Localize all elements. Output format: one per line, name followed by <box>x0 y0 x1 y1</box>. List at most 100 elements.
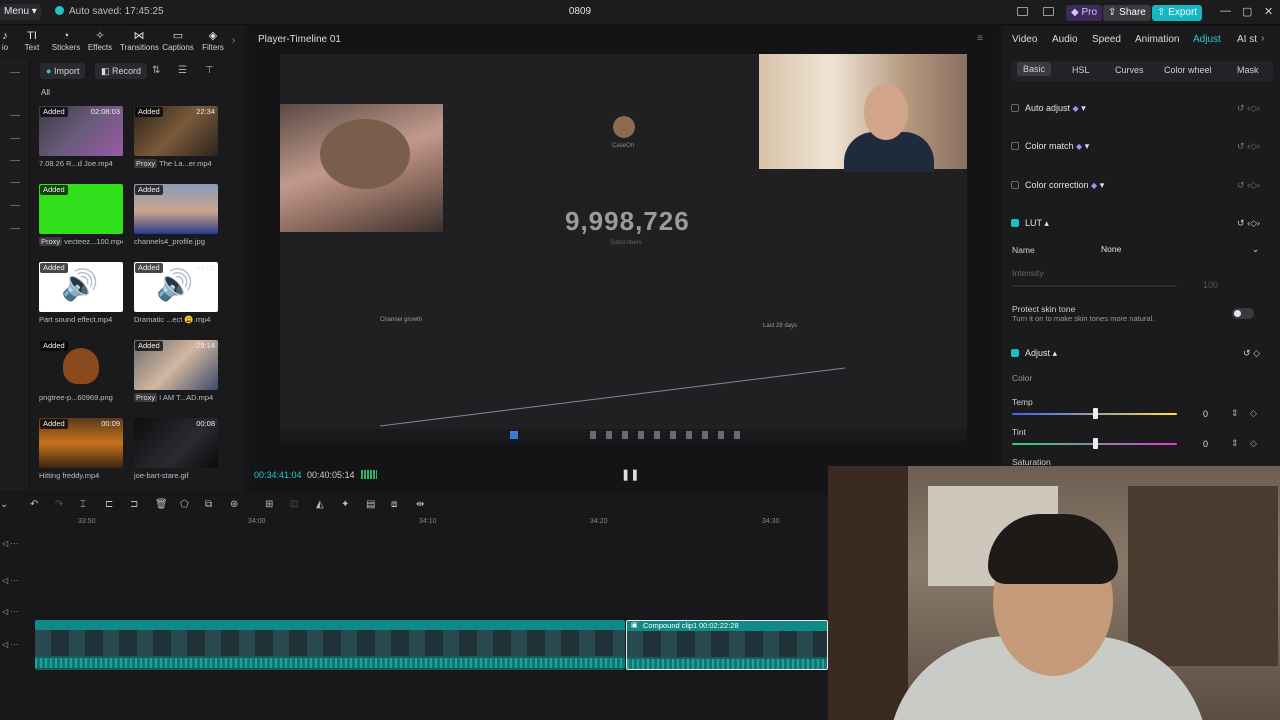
intensity-value[interactable]: 100 <box>1203 280 1218 290</box>
media-item[interactable]: Added 00:02 🔊 Dramatic ...ect 😩.mp4 <box>134 262 218 324</box>
temp-value[interactable]: 0 <box>1203 409 1208 419</box>
magic-icon[interactable]: ✦ <box>341 499 349 510</box>
subtab-curves[interactable]: Curves <box>1115 65 1144 75</box>
stepper-icon[interactable]: ⇕ <box>1231 438 1239 449</box>
rail-item[interactable] <box>10 160 20 161</box>
snap-icon[interactable]: ⇹ <box>416 499 424 510</box>
section-adjust[interactable]: Adjust ▴ <box>1011 348 1057 359</box>
redo-icon[interactable]: ↷ <box>55 499 63 510</box>
compound-clip[interactable]: ▣ Compound clip1 00:02:22:28 <box>626 620 828 670</box>
filter-icon[interactable]: ⊤ <box>205 65 214 76</box>
audio-track-icon[interactable]: ◁ ··· <box>2 539 18 548</box>
subtab-color-wheel[interactable]: Color wheel <box>1164 65 1212 75</box>
auto-adjust-checkbox[interactable] <box>1011 104 1019 112</box>
tab-animation[interactable]: Animation <box>1135 34 1179 45</box>
minimize-icon[interactable]: — <box>1220 5 1231 17</box>
protect-skin-toggle[interactable] <box>1232 308 1254 319</box>
audio-track-icon[interactable]: ◁ ··· <box>2 576 18 585</box>
media-item[interactable]: Added Proxy vecteez...100.mp4 <box>39 184 123 246</box>
lut-name-select[interactable]: None ⌄ <box>1097 242 1261 256</box>
tool-filters[interactable]: ◈ Filters <box>194 30 232 52</box>
view-icon[interactable]: ☰ <box>178 65 187 76</box>
menu-button[interactable]: Menu ▾ <box>0 4 41 20</box>
media-item[interactable]: Added channels4_profile.jpg <box>134 184 218 246</box>
audio-track-icon[interactable]: ◁ ··· <box>2 607 18 616</box>
stepper-icon[interactable]: ⇕ <box>1231 408 1239 419</box>
media-item[interactable]: Added 29:14 Proxy I AM T...AD.mp4 <box>134 340 218 402</box>
keyframe-icon[interactable]: ↺ ‹◇› <box>1237 180 1260 191</box>
temp-slider-handle[interactable] <box>1092 408 1098 419</box>
tool-text[interactable]: TI Text <box>13 30 51 52</box>
lut-checkbox[interactable] <box>1011 219 1019 227</box>
tool-effects[interactable]: ✧ Effects <box>81 30 119 52</box>
keyframe-icon[interactable]: ↺ ‹◇› <box>1237 141 1260 152</box>
tab-video[interactable]: Video <box>1012 34 1037 45</box>
menu-icon[interactable]: ≡ <box>977 33 983 44</box>
rail-item[interactable] <box>10 182 20 183</box>
tab-speed[interactable]: Speed <box>1092 34 1121 45</box>
tab-adjust[interactable]: Adjust <box>1193 34 1221 45</box>
mask-icon[interactable]: ◭ <box>316 499 324 510</box>
intensity-slider[interactable] <box>1012 285 1177 287</box>
trim-right-icon[interactable]: ⊐ <box>130 499 138 510</box>
section-color-match[interactable]: Color match ◆ ▾ <box>1011 141 1089 152</box>
section-auto-adjust[interactable]: Auto adjust ◆ ▾ <box>1011 103 1086 114</box>
freeze-icon[interactable]: ⊛ <box>230 499 238 510</box>
rail-item[interactable] <box>10 138 20 139</box>
rail-item[interactable] <box>10 72 20 73</box>
arrow-icon[interactable]: ⌄ <box>0 499 8 510</box>
subtab-basic[interactable]: Basic <box>1017 62 1052 76</box>
tool-stickers[interactable]: ◔ Stickers <box>47 30 85 52</box>
video-preview[interactable]: CaseOh 9,998,726 Subscribers Channel gro… <box>280 54 967 441</box>
subtitle-icon[interactable]: ▤ <box>366 499 375 510</box>
layout-icon[interactable] <box>1017 7 1028 16</box>
adjust-checkbox[interactable] <box>1011 349 1019 357</box>
reset-icon[interactable]: ↺ ◇ <box>1243 348 1260 359</box>
color-match-checkbox[interactable] <box>1011 142 1019 150</box>
media-item[interactable]: 00:08 joe-bart-stare.gif <box>134 418 218 480</box>
tab-audio[interactable]: Audio <box>1052 34 1078 45</box>
subtab-mask[interactable]: Mask <box>1237 65 1259 75</box>
keyframe-icon[interactable]: ↺ ‹◇› <box>1237 103 1260 114</box>
section-color-correction[interactable]: Color correction ◆ ▾ <box>1011 180 1104 191</box>
timeline-ruler[interactable]: 33:50 34:00 34:10 34:20 34:30 <box>0 518 828 528</box>
mirror-icon[interactable]: ⊞ <box>265 499 273 510</box>
keyboard-icon[interactable] <box>1043 7 1054 16</box>
tool-transitions[interactable]: ⋈ Transitions <box>120 30 159 52</box>
tint-slider-handle[interactable] <box>1092 438 1098 449</box>
chevron-right-icon[interactable]: › <box>1261 33 1264 44</box>
record-button[interactable]: ◧ Record <box>95 63 148 79</box>
detach-icon[interactable]: ⧈ <box>391 499 397 510</box>
pro-button[interactable]: ◆ Pro <box>1066 5 1103 21</box>
reset-icon[interactable]: ↺ ‹◇› <box>1237 218 1260 229</box>
tint-value[interactable]: 0 <box>1203 439 1208 449</box>
rail-item[interactable] <box>10 115 20 116</box>
marker-icon[interactable]: ⬠ <box>180 499 189 510</box>
sort-icon[interactable]: ⇅ <box>152 65 160 76</box>
maximize-icon[interactable]: ▢ <box>1242 5 1252 18</box>
keyframe-icon[interactable]: ◇ <box>1250 408 1257 419</box>
import-button[interactable]: ● Import <box>40 63 86 79</box>
media-item[interactable]: Added 00:09 Hitting freddy.mp4 <box>39 418 123 480</box>
main-track-icon[interactable]: ◁ ··· <box>2 640 18 649</box>
crop-icon[interactable]: ⧉ <box>205 499 212 510</box>
rail-item[interactable] <box>10 205 20 206</box>
rotate-icon[interactable]: ⊡ <box>290 499 298 510</box>
video-clip[interactable] <box>35 620 625 670</box>
media-item[interactable]: Added pngtree-p...60969.png <box>39 340 123 402</box>
share-button[interactable]: ⇪ Share <box>1103 5 1151 21</box>
export-button[interactable]: ⇧ Export <box>1152 5 1203 21</box>
section-lut[interactable]: LUT ▴ <box>1011 218 1049 229</box>
keyframe-icon[interactable]: ◇ <box>1250 438 1257 449</box>
subtab-hsl[interactable]: HSL <box>1072 65 1090 75</box>
media-item[interactable]: Added 02:08:03 7.08.26 R...d Joe.mp4 <box>39 106 123 168</box>
close-icon[interactable]: ✕ <box>1264 5 1273 18</box>
pause-icon[interactable]: ❚❚ <box>621 468 639 481</box>
undo-icon[interactable]: ↶ <box>30 499 38 510</box>
chevron-right-icon[interactable]: › <box>232 35 235 46</box>
tab-ai-style[interactable]: AI st <box>1237 34 1257 45</box>
split-icon[interactable]: ⌶ <box>80 499 86 510</box>
filter-all[interactable]: All <box>41 88 50 97</box>
delete-icon[interactable]: 🗑 <box>155 499 168 510</box>
trim-left-icon[interactable]: ⊏ <box>105 499 113 510</box>
